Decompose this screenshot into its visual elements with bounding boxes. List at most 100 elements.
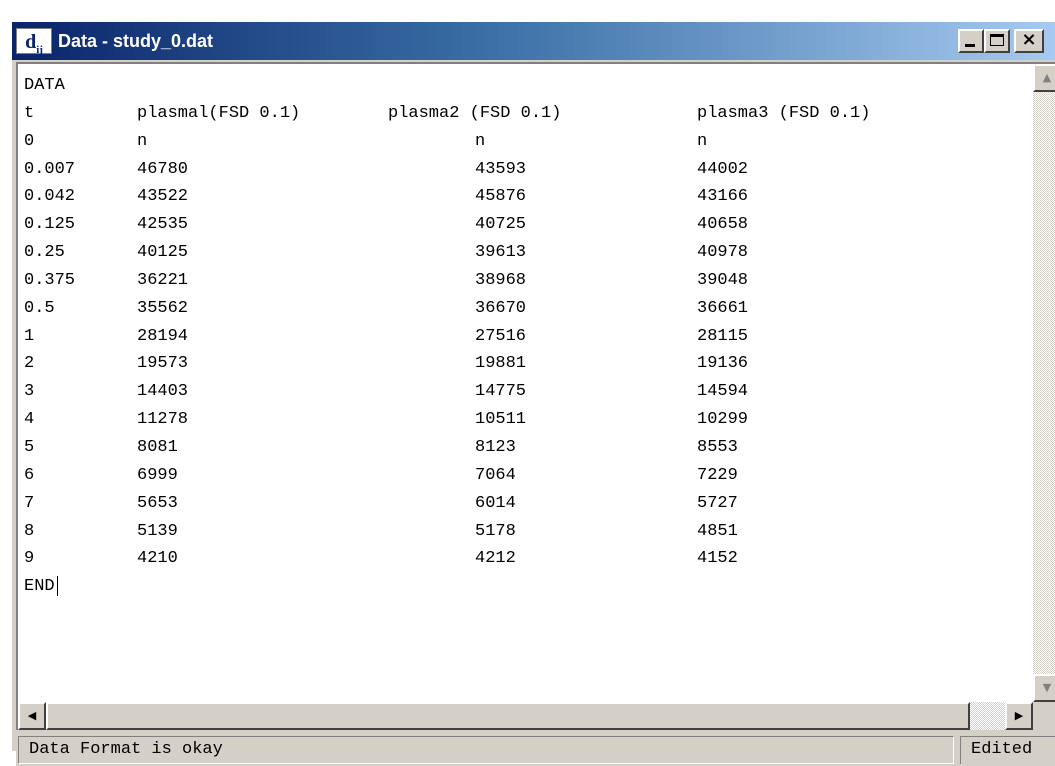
close-button[interactable]: × <box>1014 29 1044 53</box>
plasma3-value: 40658 <box>697 215 749 235</box>
data-row: 5 8081 8123 8553 <box>24 434 1031 462</box>
plasma2-value: 45876 <box>475 187 527 207</box>
time-value: 7 <box>24 493 35 513</box>
plasma1-value: 36221 <box>137 270 189 290</box>
plasma3-value: 4152 <box>697 549 738 569</box>
text-line: DATA <box>24 72 1031 100</box>
plasma1-value: 35562 <box>137 298 189 318</box>
app-icon[interactable]: dij <box>16 28 52 56</box>
plasma2-value: 43593 <box>475 159 527 179</box>
plasma1-value: 42535 <box>137 215 189 235</box>
units-plasma2: n <box>475 131 486 151</box>
data-row: 2 19573 19881 19136 <box>24 350 1031 378</box>
data-row: 0.5 35562 36670 36661 <box>24 295 1031 323</box>
plasma3-value: 5727 <box>697 493 738 513</box>
units-plasma1: n <box>137 131 148 151</box>
plasma2-value: 36670 <box>475 298 527 318</box>
time-value: 0.375 <box>24 270 76 290</box>
plasma2-value: 40725 <box>475 215 527 235</box>
data-row: 0.007 46780 43593 44002 <box>24 156 1031 184</box>
plasma3-value: 14594 <box>697 382 749 402</box>
time-value: 2 <box>24 354 35 374</box>
plasma3-value: 44002 <box>697 159 749 179</box>
time-value: 4 <box>24 410 35 430</box>
plasma3-column-header: plasma3 (FSD 0.1) <box>697 103 871 123</box>
plasma3-value: 36661 <box>697 298 749 318</box>
plasma1-column-header: plasmal(FSD 0.1) <box>137 103 301 123</box>
data-row: 1 28194 27516 28115 <box>24 323 1031 351</box>
data-row: 0.125 42535 40725 40658 <box>24 211 1031 239</box>
edit-state-indicator: Edited <box>960 736 1055 764</box>
plasma1-value: 8081 <box>137 437 178 457</box>
plasma1-value: 11278 <box>137 410 189 430</box>
plasma1-value: 5139 <box>137 521 178 541</box>
vertical-scrollbar[interactable]: ▲ ▼ <box>1033 64 1055 702</box>
maximize-button[interactable] <box>984 29 1010 53</box>
plasma1-value: 5653 <box>137 493 178 513</box>
time-value: 0.007 <box>24 159 76 179</box>
end-line: END <box>24 573 1031 601</box>
end-keyword: END <box>24 573 58 601</box>
plasma1-value: 43522 <box>137 187 189 207</box>
plasma2-value: 38968 <box>475 270 527 290</box>
plasma3-value: 8553 <box>697 437 738 457</box>
status-bar: Data Format is okay Edited <box>16 734 1055 766</box>
text-editor[interactable]: DATA t plasmal(FSD 0.1) plasma2 (FSD 0.1… <box>16 62 1055 730</box>
data-row: 0.042 43522 45876 43166 <box>24 183 1031 211</box>
data-row: 9 4210 4212 4152 <box>24 545 1031 573</box>
close-icon: × <box>1021 29 1037 50</box>
horizontal-scrollbar[interactable]: ◀ ▶ <box>18 702 1033 730</box>
plasma1-value: 4210 <box>137 549 178 569</box>
data-keyword: DATA <box>24 76 65 95</box>
plasma2-value: 27516 <box>475 326 527 346</box>
data-row: 0.375 36221 38968 39048 <box>24 267 1031 295</box>
plasma3-value: 7229 <box>697 465 738 485</box>
data-text-area[interactable]: DATA t plasmal(FSD 0.1) plasma2 (FSD 0.1… <box>24 72 1031 700</box>
plasma2-column-header: plasma2 (FSD 0.1) <box>388 103 562 123</box>
time-value: 1 <box>24 326 35 346</box>
plasma2-value: 39613 <box>475 243 527 263</box>
time-value: 0.042 <box>24 187 76 207</box>
data-window: dij Data - study_0.dat × DATA t plasmal(… <box>10 20 1055 766</box>
time-value: 0.25 <box>24 243 65 263</box>
scroll-down-button[interactable]: ▼ <box>1033 674 1055 702</box>
time-value: 9 <box>24 549 35 569</box>
units-plasma3: n <box>697 131 708 151</box>
data-row: 6 6999 7064 7229 <box>24 462 1031 490</box>
plasma3-value: 19136 <box>697 354 749 374</box>
plasma1-value: 6999 <box>137 465 178 485</box>
time-value: 3 <box>24 382 35 402</box>
plasma1-value: 14403 <box>137 382 189 402</box>
plasma1-value: 46780 <box>137 159 189 179</box>
time-value: 8 <box>24 521 35 541</box>
minimize-button[interactable] <box>958 29 984 53</box>
scroll-right-button[interactable]: ▶ <box>1005 702 1033 730</box>
data-row: 3 14403 14775 14594 <box>24 378 1031 406</box>
scroll-left-icon: ◀ <box>27 709 37 722</box>
scroll-down-icon: ▼ <box>1042 681 1052 694</box>
text-caret <box>56 575 58 596</box>
scroll-up-button[interactable]: ▲ <box>1033 64 1055 92</box>
plasma3-value: 4851 <box>697 521 738 541</box>
plasma3-value: 43166 <box>697 187 749 207</box>
plasma3-value: 39048 <box>697 270 749 290</box>
scroll-right-icon: ▶ <box>1014 709 1024 722</box>
plasma1-value: 40125 <box>137 243 189 263</box>
plasma3-value: 28115 <box>697 326 749 346</box>
header-line: t plasmal(FSD 0.1) plasma2 (FSD 0.1) pla… <box>24 100 1031 128</box>
time-value: 0.125 <box>24 215 76 235</box>
end-keyword-text: END <box>24 577 55 597</box>
app-icon-letter: d <box>25 31 37 53</box>
units-line: 0 n n n <box>24 128 1031 156</box>
time-value: 5 <box>24 437 35 457</box>
horizontal-scroll-thumb[interactable] <box>46 702 970 730</box>
status-message: Data Format is okay <box>18 736 954 764</box>
time-value: 0.5 <box>24 298 55 318</box>
title-bar[interactable]: dij Data - study_0.dat × <box>12 22 1055 60</box>
time-column-header: t <box>24 103 35 123</box>
time-value: 6 <box>24 465 35 485</box>
scrollbar-corner <box>1033 702 1055 730</box>
units-t: 0 <box>24 131 35 151</box>
scroll-left-button[interactable]: ◀ <box>18 702 46 730</box>
plasma2-value: 5178 <box>475 521 516 541</box>
